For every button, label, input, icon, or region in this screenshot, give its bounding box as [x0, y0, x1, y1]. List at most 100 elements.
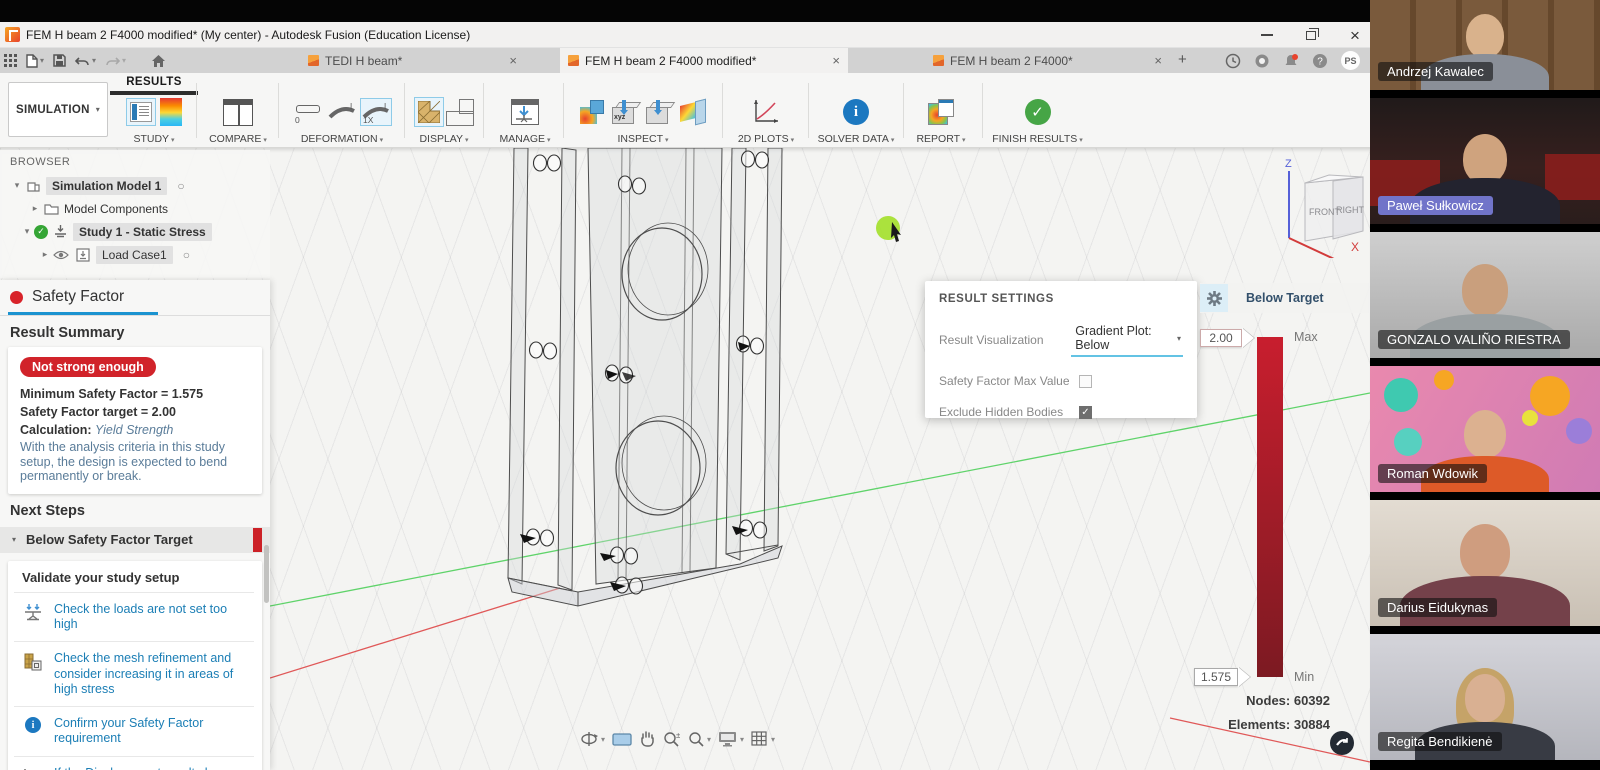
close-button[interactable]: ×	[1346, 26, 1364, 44]
zoom-button[interactable]: ±	[662, 731, 680, 748]
next-steps-group-header[interactable]: ▾ Below Safety Factor Target	[0, 527, 270, 553]
deformation-undeformed-icon[interactable]: 0	[292, 98, 324, 126]
user-avatar[interactable]: PS	[1341, 51, 1360, 70]
deformation-dropdown[interactable]: DEFORMATION▾	[301, 133, 383, 145]
inspect-result-icon[interactable]	[580, 100, 604, 124]
participant-video[interactable]: GONZALO VALIÑO RIESTRA	[1370, 232, 1600, 358]
app-grid-button[interactable]	[4, 54, 17, 67]
grid-settings-button[interactable]: ▾	[751, 731, 775, 747]
solver-data-info-icon[interactable]: i	[843, 99, 869, 125]
step-text: If the Displacement result shows high di…	[54, 766, 254, 770]
notifications-bell-icon[interactable]	[1283, 53, 1299, 69]
minimize-button[interactable]	[1258, 26, 1276, 44]
step-confirm-requirement[interactable]: i Confirm your Safety Factor requirement	[14, 706, 254, 756]
display-wireframe-icon[interactable]	[448, 99, 474, 125]
caret-down-icon: ▾	[96, 105, 100, 114]
redo-button[interactable]: ▾	[105, 55, 126, 67]
look-at-button[interactable]	[612, 732, 632, 747]
step-check-loads[interactable]: Check the loads are not set too high	[14, 592, 254, 642]
orbit-button[interactable]: ▾	[580, 731, 605, 747]
visibility-radio-icon[interactable]: ○	[177, 179, 184, 193]
deformation-scaled-icon[interactable]: I	[326, 98, 358, 126]
file-menu-button[interactable]: ▾	[26, 54, 44, 68]
display-mesh-icon[interactable]	[414, 97, 444, 127]
participant-video[interactable]: Darius Eidukynas	[1370, 500, 1600, 626]
study-gradient-icon[interactable]	[160, 98, 182, 126]
workspace-selector[interactable]: SIMULATION ▾	[8, 82, 108, 137]
deformation-actual-icon[interactable]: I 1X	[360, 98, 392, 126]
participant-video[interactable]: Regita Bendikienė	[1370, 634, 1600, 760]
participant-video[interactable]: Roman Wdowik	[1370, 366, 1600, 492]
report-icon[interactable]	[928, 99, 954, 125]
safety-factor-target: Safety Factor target = 2.00	[20, 405, 250, 419]
legend-min-flag[interactable]: 1.575	[1194, 666, 1260, 687]
exclude-hidden-bodies-checkbox[interactable]: ✓	[1079, 406, 1092, 419]
tab-fem-h-beam-modified[interactable]: FEM H beam 2 F4000 modified* ×	[560, 48, 848, 73]
inspect-probe-xyz-icon[interactable]: xyz	[612, 100, 638, 124]
tree-item-study-1[interactable]: ▾ ✓ Study 1 - Static Stress	[10, 220, 270, 243]
solver-data-dropdown[interactable]: SOLVER DATA▾	[818, 133, 895, 145]
ribbon-tab-results[interactable]: RESULTS	[112, 76, 196, 88]
fit-button[interactable]: ▾	[687, 731, 711, 748]
participant-video[interactable]: Andrzej Kawalec	[1370, 0, 1600, 90]
panel-scrollbar[interactable]	[264, 545, 269, 603]
tab-close-icon[interactable]: ×	[509, 53, 517, 68]
compare-icon[interactable]	[223, 99, 253, 126]
study-report-icon[interactable]	[126, 98, 156, 126]
2d-plot-icon[interactable]	[751, 98, 781, 126]
sync-status-icon[interactable]	[1254, 53, 1270, 69]
manage-icon[interactable]	[511, 99, 539, 125]
tab-tedi-h-beam[interactable]: TEDI H beam* ×	[300, 48, 525, 73]
step-check-mesh[interactable]: Check the mesh refinement and consider i…	[14, 641, 254, 706]
visibility-radio-icon[interactable]: ○	[183, 248, 190, 262]
new-tab-button[interactable]: +	[1178, 51, 1187, 68]
inspect-dropdown[interactable]: INSPECT▾	[617, 133, 668, 145]
step-text: Check the mesh refinement and consider i…	[54, 651, 254, 697]
participant-video[interactable]: Paweł Sułkowicz	[1370, 98, 1600, 224]
help-icon[interactable]: ?	[1312, 53, 1328, 69]
collapse-caret-icon[interactable]: ▸	[28, 203, 42, 214]
tree-item-simulation-model[interactable]: ▾ Simulation Model 1 ○	[10, 174, 270, 197]
tree-item-label[interactable]: Model Components	[64, 202, 168, 216]
step-nonlinear-study[interactable]: If the Displacement result shows high di…	[14, 756, 254, 770]
solved-check-icon: ✓	[34, 225, 48, 239]
inspect-probe-icon[interactable]	[646, 100, 672, 124]
result-visualization-dropdown[interactable]: Gradient Plot: Below ▾	[1071, 322, 1183, 357]
finish-results-dropdown[interactable]: FINISH RESULTS▾	[992, 133, 1083, 145]
compare-dropdown[interactable]: COMPARE▾	[209, 133, 267, 145]
tab-fem-h-beam[interactable]: FEM H beam 2 F4000* ×	[925, 48, 1170, 73]
save-button[interactable]	[53, 54, 66, 67]
study-dropdown[interactable]: STUDY▾	[133, 133, 174, 145]
display-dropdown[interactable]: DISPLAY▾	[419, 133, 468, 145]
manage-dropdown[interactable]: MANAGE▾	[499, 133, 550, 145]
2d-plots-dropdown[interactable]: 2D PLOTS▾	[738, 133, 794, 145]
window-title: FEM H beam 2 F4000 modified* (My center)…	[26, 28, 470, 42]
maximize-button[interactable]	[1302, 26, 1320, 44]
display-settings-button[interactable]: ▾	[718, 731, 744, 747]
tree-item-label[interactable]: Simulation Model 1	[46, 177, 167, 195]
view-cube[interactable]: Z FRONT RIGHT X	[1275, 153, 1370, 258]
tab-close-icon[interactable]: ×	[832, 53, 840, 68]
expand-caret-icon[interactable]: ▾	[20, 226, 34, 237]
job-status-icon[interactable]	[1225, 53, 1241, 69]
legend-header: Below Target	[1200, 283, 1370, 313]
pan-button[interactable]	[639, 731, 655, 747]
tab-close-icon[interactable]: ×	[1154, 53, 1162, 68]
report-dropdown[interactable]: REPORT▾	[916, 133, 965, 145]
inspect-slice-plane-icon[interactable]	[680, 100, 706, 124]
legend-settings-button[interactable]	[1200, 284, 1228, 312]
undo-button[interactable]: ▾	[75, 55, 96, 67]
legend-max-flag[interactable]: 2.00	[1200, 327, 1264, 348]
tree-item-label[interactable]: Load Case1	[96, 246, 173, 264]
group-report: REPORT▾	[906, 95, 976, 145]
safety-factor-max-checkbox[interactable]	[1079, 375, 1092, 388]
collapse-caret-icon[interactable]: ▸	[38, 249, 52, 260]
expand-caret-icon[interactable]: ▾	[10, 180, 24, 191]
home-button[interactable]	[151, 54, 166, 68]
tree-item-label[interactable]: Study 1 - Static Stress	[73, 223, 212, 241]
finish-results-check-icon[interactable]: ✓	[1025, 99, 1051, 125]
tree-item-load-case[interactable]: ▸ Load Case1 ○	[10, 243, 270, 266]
tree-item-model-components[interactable]: ▸ Model Components	[10, 197, 270, 220]
eye-icon[interactable]	[52, 247, 70, 263]
deformation-1x-label: 1X	[363, 115, 373, 125]
